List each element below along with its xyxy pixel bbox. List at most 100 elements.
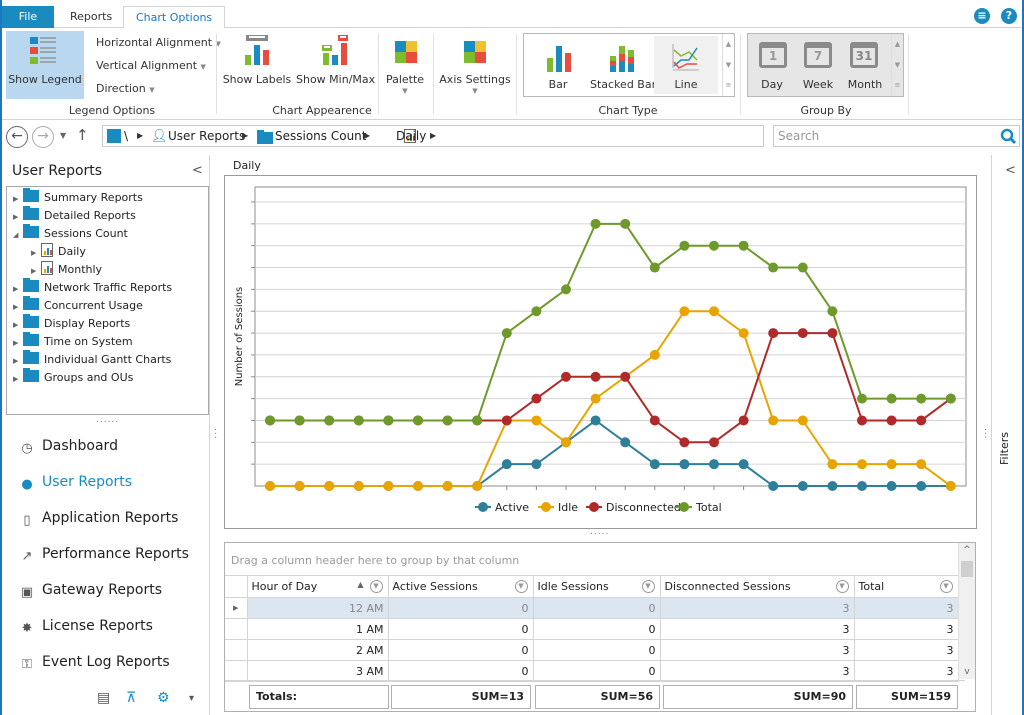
cell-hour[interactable]: 2 AM [246, 639, 389, 661]
cell-active[interactable]: 0 [387, 618, 534, 640]
up-arrow-icon[interactable]: ↑ [76, 126, 89, 144]
column-header-hour-of-day[interactable]: Hour of Day ▲ ▼ [246, 575, 389, 598]
expand-arrow-icon[interactable]: ▶ [13, 352, 23, 370]
axis-settings-dropdown-button[interactable]: Axis Settings ▼ [438, 31, 512, 99]
scroll-down-icon[interactable]: ▼ [723, 55, 734, 76]
cell-disconnected[interactable]: 3 [659, 639, 855, 661]
column-header-active-sessions[interactable]: Active Sessions ▼ [387, 575, 534, 598]
breadcrumb-root[interactable]: \ [124, 129, 128, 143]
show-min-max-button[interactable]: Show Min/Max [296, 31, 375, 99]
show-labels-button[interactable]: Show Labels [222, 31, 292, 99]
group-by-month-button[interactable]: 31 Month [842, 36, 888, 94]
breadcrumb-separator-icon[interactable]: ▶ [137, 131, 143, 140]
cell-hour[interactable]: 3 AM [246, 660, 389, 682]
nav-application-reports[interactable]: ▯ Application Reports [18, 507, 178, 529]
chart-type-line-button[interactable]: Line [654, 36, 718, 94]
tab-chart-options[interactable]: Chart Options [123, 6, 226, 29]
expand-gallery-icon[interactable]: ≡ [892, 75, 903, 96]
group-by-drop-area[interactable]: Drag a column header here to group by th… [231, 554, 519, 567]
cell-active[interactable]: 0 [387, 597, 534, 619]
sort-ascending-icon[interactable]: ▲ [357, 580, 363, 589]
show-legend-button[interactable]: Show Legend [6, 31, 84, 99]
back-button[interactable]: ← [6, 126, 28, 148]
cell-idle[interactable]: 0 [532, 660, 661, 682]
tree-item-monthly[interactable]: ▶ Monthly [31, 261, 102, 279]
breadcrumb-separator-icon[interactable]: ▶ [242, 131, 248, 140]
expand-filters-icon[interactable]: < [1005, 163, 1016, 178]
group-by-gallery-scroll[interactable]: ▲ ▼ ≡ [891, 34, 903, 96]
cell-total[interactable]: 3 [853, 618, 959, 640]
expand-arrow-icon[interactable]: ▶ [13, 280, 23, 298]
scroll-down-icon[interactable]: v [959, 667, 975, 677]
filter-icon[interactable]: ▼ [835, 580, 849, 593]
forward-button[interactable]: → [32, 126, 54, 148]
column-header-disconnected-sessions[interactable]: Disconnected Sessions ▼ [659, 575, 855, 598]
table-row[interactable]: ▶ 12 AM 0 0 3 3 [225, 597, 959, 619]
table-row[interactable]: 3 AM 0 0 3 3 [225, 660, 959, 682]
breadcrumb-sessions-count[interactable]: Sessions Count [275, 129, 367, 143]
filters-label[interactable]: Filters [998, 432, 1011, 465]
cell-idle[interactable]: 0 [532, 597, 661, 619]
chart-type-bar-button[interactable]: Bar [526, 36, 590, 94]
group-by-day-button[interactable]: 1 Day [750, 36, 794, 94]
column-header-total[interactable]: Total ▼ [853, 575, 959, 598]
tree-item-summary-reports[interactable]: ▶ Summary Reports [13, 188, 143, 207]
cell-idle[interactable]: 0 [532, 618, 661, 640]
filter-icon[interactable]: ▼ [514, 580, 528, 593]
breadcrumb-separator-icon[interactable]: ▶ [430, 131, 436, 140]
scroll-up-icon[interactable]: ▲ [892, 34, 903, 55]
breadcrumb-separator-icon[interactable]: ▶ [364, 131, 370, 140]
expand-arrow-icon[interactable]: ▶ [13, 298, 23, 316]
vertical-alignment-dropdown[interactable]: Vertical Alignment ▼ [96, 59, 206, 72]
tree-item-individual-gantt-charts[interactable]: ▶ Individual Gantt Charts [13, 350, 171, 370]
help-icon[interactable]: ? [1001, 8, 1017, 24]
breadcrumb-daily[interactable]: Daily [396, 129, 426, 143]
breadcrumb[interactable]: \ ▶ 👤︎ User Reports ▶ Sessions Count ▶ D… [102, 125, 764, 147]
chart-grid-splitter-handle[interactable]: ..... [590, 527, 609, 537]
tree-item-groups-and-ous[interactable]: ▶ Groups and OUs [13, 368, 133, 387]
cell-hour[interactable]: 12 AM [246, 597, 389, 619]
history-dropdown-icon[interactable]: ▼ [60, 131, 66, 140]
expand-gallery-icon[interactable]: ≡ [723, 75, 734, 96]
palette-dropdown-button[interactable]: Palette ▼ [382, 31, 428, 99]
column-header-idle-sessions[interactable]: Idle Sessions ▼ [532, 575, 661, 598]
nav-performance-reports[interactable]: ↗ Performance Reports [18, 543, 189, 565]
grid-vertical-scrollbar[interactable]: ^ v [958, 543, 975, 679]
nav-dashboard[interactable]: ◷ Dashboard [18, 435, 118, 457]
panel-splitter-handle[interactable]: ...... [96, 415, 119, 425]
cell-active[interactable]: 0 [387, 660, 534, 682]
group-by-week-button[interactable]: 7 Week [796, 36, 840, 94]
direction-dropdown[interactable]: Direction ▼ [96, 82, 155, 95]
filter-icon[interactable]: ▼ [369, 580, 383, 593]
expand-arrow-icon[interactable]: ▶ [31, 244, 41, 262]
chart-type-stacked-bar-button[interactable]: Stacked Bar [590, 36, 656, 94]
cell-total[interactable]: 3 [853, 597, 959, 619]
scroll-down-icon[interactable]: ▼ [892, 55, 903, 76]
scroll-up-icon[interactable]: ^ [959, 543, 975, 555]
tab-file[interactable]: File [2, 6, 54, 28]
cell-disconnected[interactable]: 3 [659, 597, 855, 619]
nav-license-reports[interactable]: ✸ License Reports [18, 615, 153, 637]
cell-disconnected[interactable]: 3 [659, 618, 855, 640]
inbox-tray-icon[interactable]: ▤ [97, 690, 110, 706]
cell-idle[interactable]: 0 [532, 639, 661, 661]
chart-type-gallery-scroll[interactable]: ▲ ▼ ≡ [722, 34, 734, 96]
tree-item-daily[interactable]: ▶ Daily [31, 243, 209, 262]
collapse-panel-icon[interactable]: < [192, 163, 203, 178]
nav-user-reports[interactable]: ● User Reports [18, 471, 132, 493]
feedback-chat-icon[interactable]: ≡ [974, 8, 990, 24]
tree-item-concurrent-usage[interactable]: ▶ Concurrent Usage [13, 296, 143, 316]
breadcrumb-user-reports[interactable]: User Reports [168, 129, 245, 143]
tree-item-detailed-reports[interactable]: ▶ Detailed Reports [13, 206, 136, 225]
cell-total[interactable]: 3 [853, 660, 959, 682]
filter-icon[interactable]: ▼ [641, 580, 655, 593]
search-icon[interactable] [1000, 128, 1016, 144]
search-box[interactable] [773, 125, 1020, 147]
tree-item-display-reports[interactable]: ▶ Display Reports [13, 314, 130, 334]
filter-icon[interactable]: ▼ [939, 580, 953, 593]
tab-reports[interactable]: Reports [58, 6, 124, 28]
horizontal-alignment-dropdown[interactable]: Horizontal Alignment ▼ [96, 36, 221, 49]
left-splitter-handle[interactable]: ... [212, 428, 222, 440]
expand-arrow-icon[interactable]: ▶ [13, 316, 23, 334]
user-settings-icon[interactable]: ⚙ [157, 690, 170, 706]
